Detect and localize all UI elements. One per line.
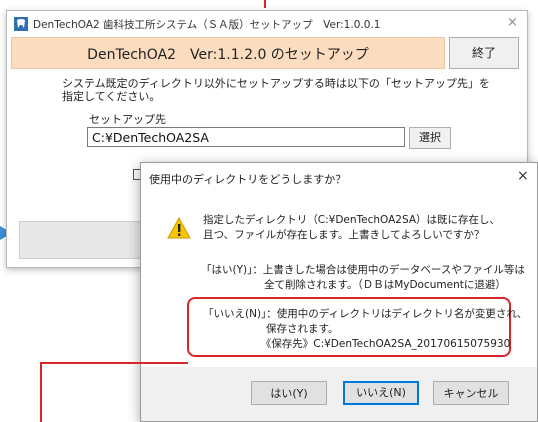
exit-button[interactable]: 終了 <box>449 37 519 69</box>
banner-text: DenTechOA2 Ver:1.1.2.0 のセットアップ <box>87 47 369 63</box>
window-title: DenTechOA2 歯科技工所システム（ＳＡ版）セットアップ Ver:1.0.… <box>33 19 381 31</box>
warning-icon <box>167 217 191 239</box>
no-explanation-line-1: 「いいえ(N)」：使用中のディレクトリはディレクトリ名が変更され、 <box>203 308 528 320</box>
annotation-line-top <box>264 0 266 8</box>
title-bar: DenTechOA2 歯科技工所システム（ＳＡ版）セットアップ Ver:1.0.… <box>7 11 527 37</box>
dialog-title: 使用中のディレクトリをどうしますか？ <box>149 173 347 186</box>
yes-explanation-line-2: 全て削除されます。（ＤＢはMyDocumentに退避） <box>201 279 506 291</box>
dialog-close-button[interactable]: × <box>517 168 529 184</box>
no-explanation: 「いいえ(N)」：使用中のディレクトリはディレクトリ名が変更され、 保存されます… <box>203 307 527 352</box>
instruction-text: システム既定のディレクトリ以外にセットアップする時は以下の「セットアップ先」を … <box>62 77 502 103</box>
annotation-line-horizontal <box>40 362 188 364</box>
destination-label: セットアップ先 <box>89 113 166 126</box>
window-close-button[interactable]: × <box>507 15 518 30</box>
annotation-line-vertical <box>40 362 42 422</box>
yes-explanation-line-1: 「はい(Y)」：上書きした場合は使用中のデータベースやファイル等は <box>201 264 525 276</box>
overwrite-question: 指定したディレクトリ（C:¥DenTechOA2SA）は既に存在し、 且つ、ファ… <box>203 213 500 243</box>
yes-explanation: 「はい(Y)」：上書きした場合は使用中のデータベースやファイル等は 全て削除され… <box>201 263 525 293</box>
no-explanation-line-2: 保存されます。 <box>203 323 339 335</box>
bottom-button-area <box>19 221 151 259</box>
select-button[interactable]: 選択 <box>409 127 451 149</box>
setup-banner: DenTechOA2 Ver:1.1.2.0 のセットアップ <box>11 37 445 69</box>
no-button[interactable]: いいえ(N) <box>343 381 419 405</box>
question-line-2: 且つ、ファイルが存在します。上書きしてよろしいですか？ <box>203 229 485 241</box>
question-line-1: 指定したディレクトリ（C:¥DenTechOA2SA）は既に存在し、 <box>203 214 501 226</box>
dialog-button-bar: はい(Y) いいえ(N) キャンセル <box>141 367 537 421</box>
confirm-dialog: 使用中のディレクトリをどうしますか？ × 指定したディレクトリ（C:¥DenTe… <box>140 162 538 422</box>
no-explanation-line-3: 《保存先》C:¥DenTechOA2SA_20170615075930 <box>203 338 511 350</box>
instruction-line-2: 指定してください。 <box>62 90 161 103</box>
yes-button[interactable]: はい(Y) <box>251 381 327 405</box>
destination-input[interactable] <box>87 127 405 147</box>
cancel-button[interactable]: キャンセル <box>433 381 509 405</box>
instruction-line-1: システム既定のディレクトリ以外にセットアップする時は以下の「セットアップ先」を <box>62 77 490 90</box>
tooth-app-icon <box>14 17 28 31</box>
